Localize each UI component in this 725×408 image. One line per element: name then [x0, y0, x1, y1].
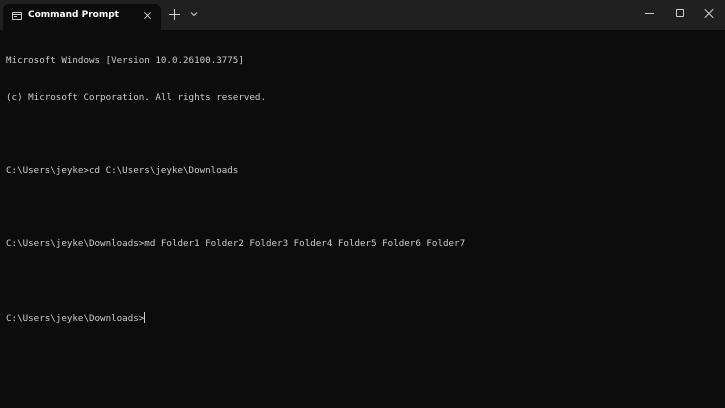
- console-line: (c) Microsoft Corporation. All rights re…: [6, 92, 266, 103]
- close-window-icon[interactable]: [692, 0, 725, 30]
- command-prompt-window: Command Prompt Microsoft Windows [Versio…: [0, 0, 725, 408]
- console-line: C:\Users\jeyke>cd C:\Users\jeyke\Downloa…: [6, 165, 239, 177]
- text-cursor: [144, 311, 146, 323]
- chevron-down-icon[interactable]: [189, 9, 199, 19]
- prompt-text: C:\Users\jeyke\Downloads>: [6, 312, 145, 324]
- tab-title: Command Prompt: [28, 10, 119, 20]
- plus-icon[interactable]: [169, 9, 180, 20]
- console-line: Microsoft Windows [Version 10.0.26100.37…: [6, 55, 244, 67]
- console-output[interactable]: Microsoft Windows [Version 10.0.26100.37…: [6, 31, 721, 403]
- terminal-icon: [12, 12, 22, 20]
- tab-command-prompt[interactable]: Command Prompt: [3, 4, 161, 30]
- prompt-line[interactable]: C:\Users\jeyke\Downloads>: [6, 311, 721, 324]
- close-icon[interactable]: [142, 10, 154, 22]
- console-line: C:\Users\jeyke\Downloads>md Folder1 Fold…: [6, 238, 466, 250]
- title-bar: Command Prompt: [0, 0, 725, 30]
